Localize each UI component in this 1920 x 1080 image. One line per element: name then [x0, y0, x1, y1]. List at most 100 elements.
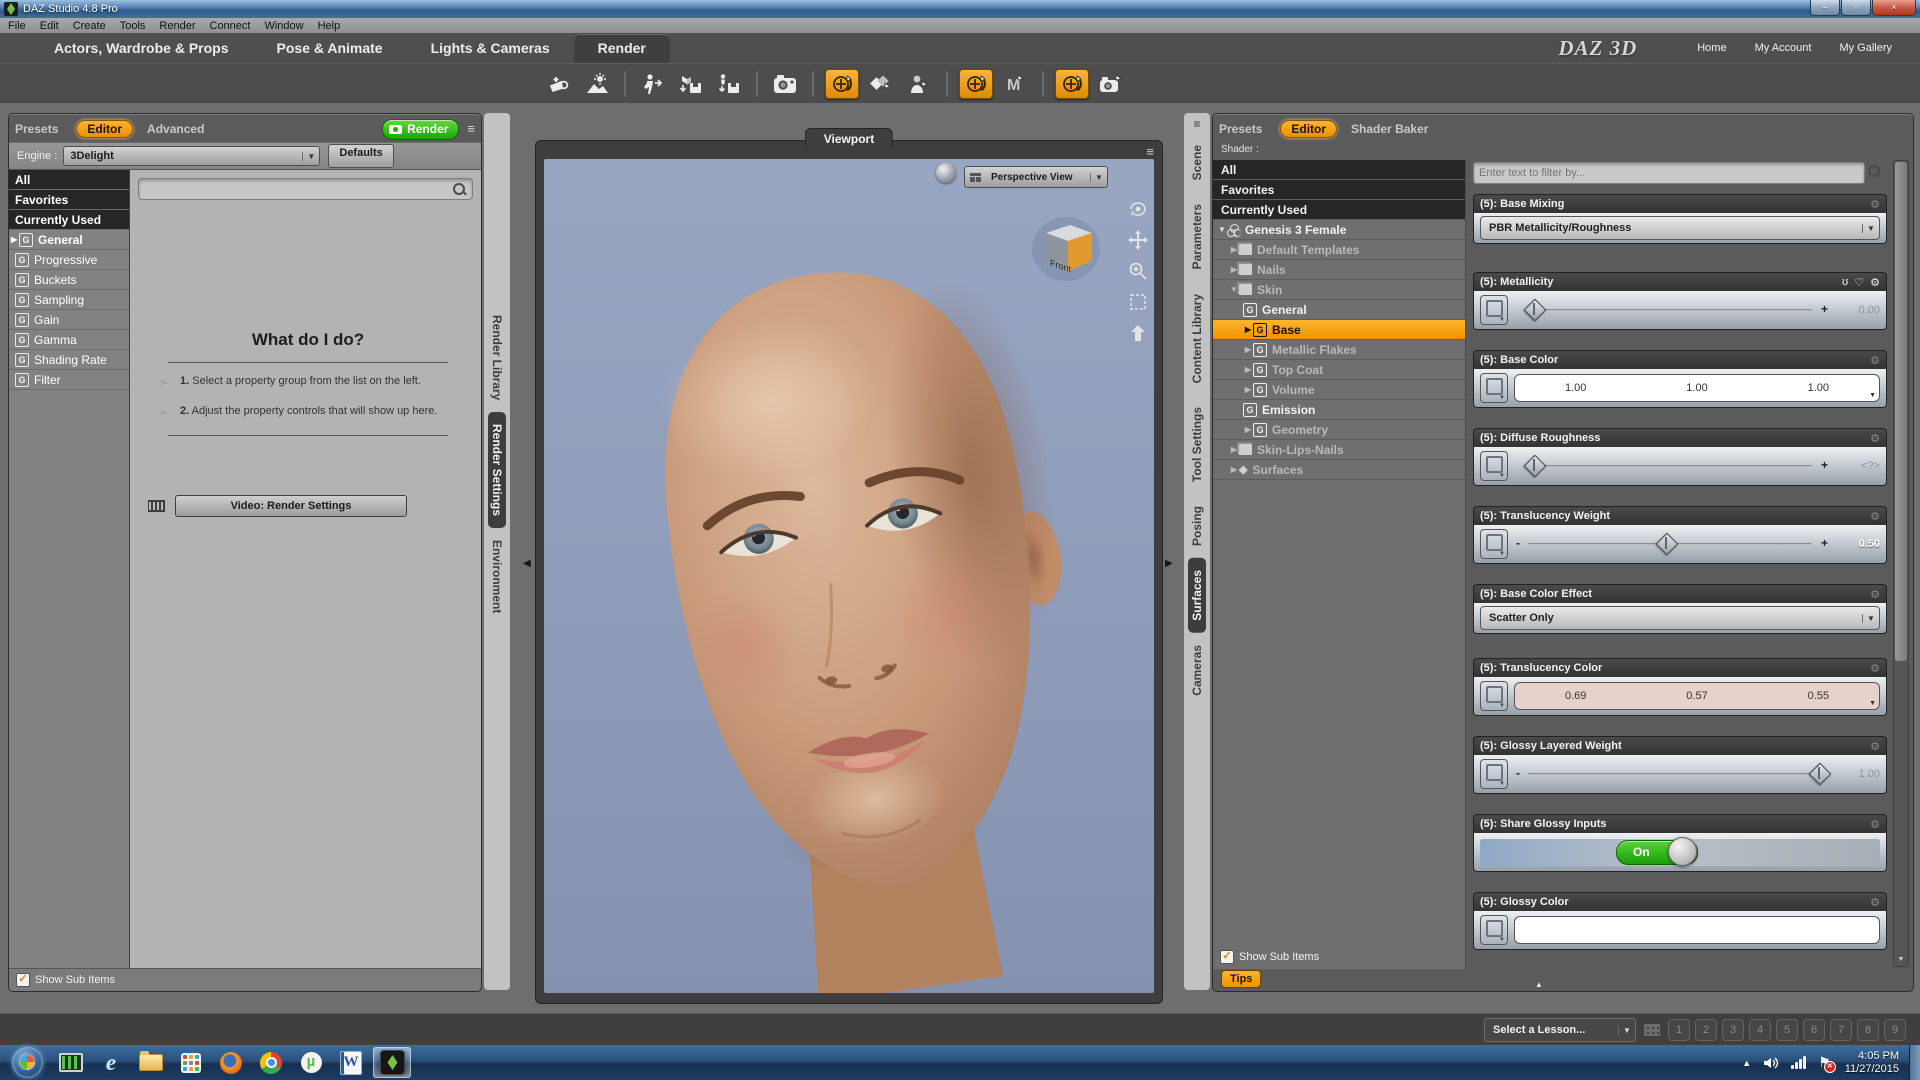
lesson-page-4[interactable]: 4 — [1749, 1019, 1771, 1041]
gear-icon[interactable]: ⚙ — [1870, 198, 1880, 211]
slider-value[interactable]: <?> — [1842, 460, 1880, 472]
show-desktop-button[interactable] — [1909, 1045, 1920, 1080]
base-color-swatch[interactable]: 1.001.001.00 ▼ — [1514, 374, 1880, 402]
surface-selection-tool-icon[interactable] — [865, 70, 897, 98]
search-icon[interactable] — [453, 183, 466, 196]
expand-icon[interactable]: ▼ — [1229, 285, 1239, 294]
collapse-left-arrow[interactable]: ◀ — [523, 558, 531, 569]
chevron-down-icon[interactable]: ▼ — [1869, 700, 1876, 707]
nudge-up[interactable]: + — [1821, 536, 1828, 550]
lesson-page-5[interactable]: 5 — [1776, 1019, 1798, 1041]
expand-icon[interactable]: ▶ — [1243, 425, 1253, 434]
pane-menu-icon[interactable]: ≡ — [467, 124, 475, 134]
gear-icon[interactable]: ⚙ — [1870, 818, 1880, 831]
slider-value[interactable]: 0.50 — [1842, 538, 1880, 550]
taskbar-firefox[interactable] — [213, 1048, 249, 1077]
tab-advanced[interactable]: Advanced — [147, 122, 204, 136]
tree-filter-currently-used[interactable]: Currently Used — [1213, 200, 1465, 220]
menu-file[interactable]: File — [8, 20, 26, 32]
dock-tab-parameters[interactable]: Parameters — [1188, 192, 1206, 281]
dock-tab-render-library[interactable]: Render Library — [488, 303, 506, 412]
taskbar-chrome[interactable] — [253, 1048, 289, 1077]
menu-help[interactable]: Help — [318, 20, 341, 32]
chevron-down-icon[interactable]: ▼ — [1862, 614, 1879, 623]
toggle-knob[interactable] — [1668, 837, 1697, 866]
share-glossy-toggle[interactable]: On — [1480, 838, 1880, 866]
menu-create[interactable]: Create — [73, 20, 106, 32]
pan-icon[interactable] — [1126, 228, 1150, 252]
tree-emission[interactable]: G Emission — [1213, 400, 1465, 420]
chevron-down-icon[interactable]: ▼ — [1618, 1026, 1635, 1035]
gear-icon[interactable]: ⚙ — [1870, 740, 1880, 753]
dock-tab-tool-settings[interactable]: Tool Settings — [1188, 395, 1206, 494]
view-selector[interactable]: Perspective View ▼ — [964, 166, 1106, 188]
nudge-up[interactable]: + — [1821, 302, 1828, 316]
figure-export-icon[interactable] — [637, 70, 669, 98]
nudge-down[interactable]: - — [1516, 766, 1520, 780]
tab-shader-baker[interactable]: Shader Baker — [1351, 122, 1428, 136]
tree-skin[interactable]: ▼ Skin — [1213, 280, 1465, 300]
view-cube[interactable]: Front — [1030, 207, 1102, 287]
expand-icon[interactable]: ▶ — [1229, 465, 1239, 474]
group-gain[interactable]: GGain — [9, 310, 129, 330]
map-button[interactable] — [1480, 681, 1508, 711]
lesson-page-9[interactable]: 9 — [1884, 1019, 1906, 1041]
expand-icon[interactable]: ▶ — [1229, 265, 1239, 274]
map-button[interactable] — [1480, 915, 1508, 945]
gear-icon[interactable]: ⚙ — [1870, 432, 1880, 445]
tray-expand-icon[interactable]: ▲ — [1742, 1058, 1751, 1068]
tree-default-templates[interactable]: ▶ Default Templates — [1213, 240, 1465, 260]
scrollbar-thumb[interactable] — [1895, 162, 1907, 661]
tab-editor[interactable]: Editor — [76, 120, 133, 138]
spotlight-create-icon[interactable] — [543, 70, 575, 98]
zoom-icon[interactable] — [1126, 259, 1150, 283]
tree-base[interactable]: ▶ G Base — [1213, 320, 1465, 340]
group-shading-rate[interactable]: GShading Rate — [9, 350, 129, 370]
frame-icon[interactable] — [1126, 290, 1150, 314]
tab-editor[interactable]: Editor — [1280, 120, 1337, 138]
tab-lights-cameras[interactable]: Lights & Cameras — [407, 34, 574, 63]
translucency-weight-slider[interactable]: - + — [1518, 530, 1838, 558]
taskbar-internet-explorer[interactable]: e — [93, 1048, 129, 1077]
dock-tab-content-library[interactable]: Content Library — [1188, 282, 1206, 395]
taskbar-clock[interactable]: 4:05 PM 11/27/2015 — [1845, 1050, 1899, 1076]
link-icon[interactable]: ʊ — [1842, 276, 1848, 288]
filter-currently-used[interactable]: Currently Used — [9, 210, 129, 230]
chevron-down-icon[interactable]: ▼ — [1869, 392, 1876, 399]
dock-tab-posing[interactable]: Posing — [1188, 494, 1206, 558]
tree-geometry[interactable]: ▶ G Geometry — [1213, 420, 1465, 440]
gear-icon[interactable]: ⚙ — [1870, 354, 1880, 367]
nudge-down[interactable]: - — [1516, 536, 1520, 550]
orbit-icon[interactable] — [1126, 197, 1150, 221]
tree-filter-favorites[interactable]: Favorites — [1213, 180, 1465, 200]
expand-icon[interactable]: ▶ — [1243, 365, 1253, 374]
lesson-select[interactable]: Select a Lesson... ▼ — [1484, 1018, 1636, 1042]
measure-tool-icon[interactable]: M — [999, 70, 1031, 98]
lesson-page-1[interactable]: 1 — [1668, 1019, 1690, 1041]
expand-icon[interactable]: ▶ — [1243, 385, 1253, 394]
link-home[interactable]: Home — [1697, 42, 1726, 54]
diffuse-roughness-slider[interactable]: + — [1518, 452, 1838, 480]
render-search-box[interactable] — [138, 178, 473, 200]
surface-filter-input[interactable] — [1474, 167, 1864, 179]
nudge-up[interactable]: + — [1821, 458, 1828, 472]
tree-top-coat[interactable]: ▶ G Top Coat — [1213, 360, 1465, 380]
slider-value[interactable]: 1.00 — [1842, 768, 1880, 780]
sun-terrain-icon[interactable] — [581, 70, 613, 98]
heart-icon[interactable]: ♡ — [1854, 276, 1864, 289]
lesson-page-3[interactable]: 3 — [1722, 1019, 1744, 1041]
translucency-color-swatch[interactable]: 0.690.570.55 ▼ — [1514, 682, 1880, 710]
save-pose-preset-icon[interactable] — [713, 70, 745, 98]
group-gamma[interactable]: GGamma — [9, 330, 129, 350]
filter-all[interactable]: All — [9, 170, 129, 190]
link-my-account[interactable]: My Account — [1755, 42, 1812, 54]
search-icon[interactable] — [1868, 165, 1881, 178]
expand-icon[interactable]: ▼ — [1217, 225, 1227, 234]
tab-render[interactable]: Render — [574, 34, 670, 63]
link-my-gallery[interactable]: My Gallery — [1839, 42, 1892, 54]
show-sub-items-checkbox[interactable]: ✓ — [1220, 950, 1234, 964]
gear-icon[interactable]: ⚙ — [1870, 276, 1880, 289]
map-button[interactable] — [1480, 759, 1508, 789]
aux-viewport-sphere-icon[interactable] — [936, 163, 956, 183]
map-button[interactable] — [1480, 529, 1508, 559]
